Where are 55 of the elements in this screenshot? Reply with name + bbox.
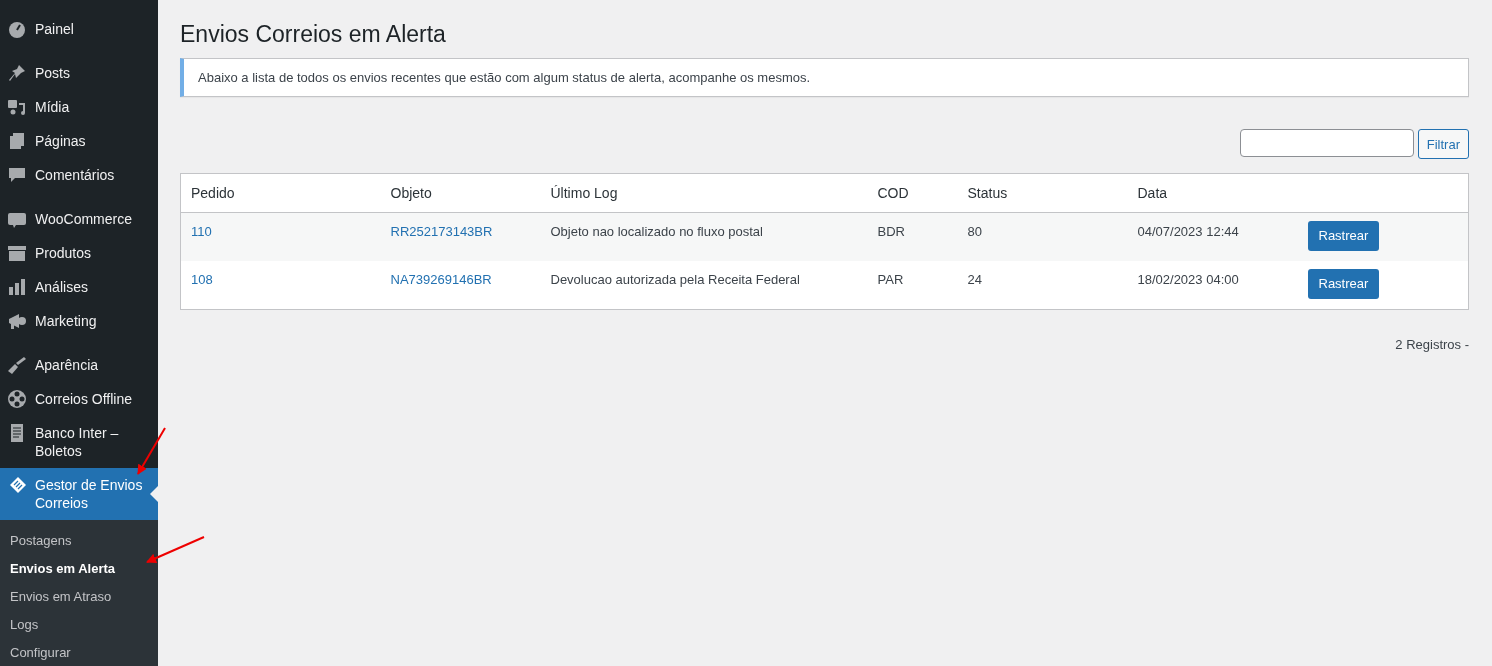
filter-field[interactable] [1239,129,1414,157]
menu-icon [7,97,27,117]
column-header: Último Log [540,173,868,213]
order-link[interactable]: 108 [191,272,213,287]
submenu-item[interactable]: Configurar [0,639,158,666]
tracking-link[interactable]: NA739269146BR [390,272,492,287]
track-button[interactable]: Rastrear [1307,269,1380,299]
sidebar-item[interactable]: WooCommerce [0,202,158,236]
sidebar-item[interactable]: Mídia [0,90,158,124]
submenu-item[interactable]: Envios em Alerta [0,555,158,583]
column-header: Pedido [180,173,381,213]
sidebar-item[interactable]: Correios Offline [0,382,158,416]
submenu-item[interactable]: Postagens [0,527,158,555]
sidebar-item[interactable]: Marketing [0,304,158,338]
notice-message: Abaixo a lista de todos os envios recentes que estão com algum status de alerta, acompanhe os mesmos. [180,58,1469,97]
menu-icon [7,389,27,409]
menu-icon [7,19,27,39]
column-header: Data [1127,173,1298,213]
track-button[interactable]: Rastrear [1307,221,1380,251]
table-cell: 04/07/2023 12:44 [1137,224,1239,239]
column-header: Objeto [380,173,541,213]
column-header: COD [867,173,958,213]
menu-icon [7,311,27,331]
table-cell: PAR [877,272,904,287]
sidebar-item[interactable]: Banco Inter – Boletos [0,416,158,468]
sidebar-item[interactable]: Posts [0,56,158,90]
order-link[interactable]: 110 [191,224,212,239]
table-cell: 80 [967,224,982,239]
page-title: Envios Correios em Alerta [180,20,447,49]
menu-icon [7,355,27,375]
table-cell: Objeto nao localizado no fluxo postal [550,224,763,239]
table-cell: BDR [877,224,905,239]
record-count: 2 Registros - [1395,337,1469,352]
tracking-link[interactable]: RR252173143BR [390,224,493,239]
menu-icon [7,165,27,185]
sidebar-item[interactable]: Painel [0,12,158,46]
submenu-item[interactable]: Envios em Atraso [0,583,158,611]
sidebar-item[interactable]: Produtos [0,236,158,270]
menu-icon [7,277,27,297]
sidebar-item[interactable]: Análises [0,270,158,304]
table-cell: 24 [967,272,982,287]
filter-button[interactable]: Filtrar [1417,129,1469,159]
submenu-item[interactable]: Logs [0,611,158,639]
column-header: Status [957,173,1128,213]
table-cell: Devolucao autorizada pela Receita Federal [550,272,800,287]
sidebar-item[interactable]: Aparência [0,348,158,382]
sidebar-item[interactable]: Páginas [0,124,158,158]
annotation-arrow [137,427,166,475]
menu-icon [7,243,27,263]
table-cell: 18/02/2023 04:00 [1137,272,1239,287]
sidebar-item[interactable]: Comentários [0,158,158,192]
menu-icon [7,131,27,151]
annotation-arrow [146,536,205,563]
menu-icon [7,63,27,83]
sidebar-item[interactable]: Gestor de Envios Correios [0,468,158,520]
